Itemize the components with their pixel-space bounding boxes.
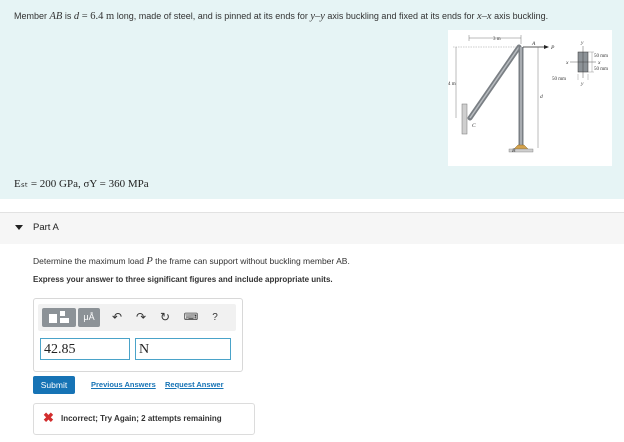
statement-text: axis buckling. [491, 11, 549, 21]
axis-label: x–x [477, 11, 492, 22]
statement-text: is [62, 11, 74, 21]
question-suffix: the frame can support without buckling m… [152, 256, 350, 266]
answer-value-input[interactable]: 42.85 [40, 338, 130, 360]
feedback-message: Incorrect; Try Again; 2 attempts remaini… [61, 414, 222, 423]
template-icon [60, 311, 65, 316]
answer-instruction: Express your answer to three significant… [33, 275, 333, 284]
section-y-bottom: y [580, 81, 584, 87]
length-value: = 6.4 [79, 11, 107, 22]
section-x-right: x [597, 60, 601, 66]
label-c: C [472, 123, 476, 129]
problem-statement: Member AB is d = 6.4 m long, made of ste… [14, 11, 548, 22]
part-a-header[interactable]: Part A [0, 213, 624, 244]
section-dim-right: 50 mm [594, 67, 608, 72]
wall-support [461, 103, 468, 135]
editor-toolbar: μÅ ↶ ↷ ↻ ⌨ ? [38, 304, 236, 331]
undo-icon[interactable]: ↶ [110, 308, 124, 327]
base-support [513, 144, 529, 150]
request-answer-link[interactable]: Request Answer [165, 380, 224, 389]
statement-text: Member [14, 11, 50, 21]
dim-4m-label: 4 m [448, 82, 456, 87]
templates-button[interactable] [42, 308, 76, 327]
section-y-top: y [580, 40, 584, 46]
question-prefix: Determine the maximum load [33, 256, 147, 266]
help-button[interactable]: ? [208, 308, 222, 327]
incorrect-icon: ✖ [43, 410, 54, 425]
submit-button[interactable]: Submit [33, 376, 75, 394]
reset-icon[interactable]: ↻ [158, 308, 172, 327]
label-p: P [550, 45, 555, 51]
caret-down-icon[interactable] [15, 225, 23, 230]
section-dim-top: 50 mm [594, 54, 608, 59]
problem-panel: Member AB is d = 6.4 m long, made of ste… [0, 0, 624, 199]
section-dim-left: 50 mm [552, 77, 566, 82]
statement-text: long, made of steel, and is pinned at it… [114, 11, 311, 21]
axis-label: y–y [310, 11, 325, 22]
question-text: Determine the maximum load P the frame c… [33, 256, 350, 267]
part-title: Part A [33, 222, 59, 233]
answer-editor: μÅ ↶ ↷ ↻ ⌨ ? 42.85 N [33, 298, 243, 372]
material-properties: Eₛₜ = 200 GPa, σY = 360 MPa [14, 178, 149, 190]
section-x-left: x [565, 60, 569, 66]
dim-3m-label: 3 m [493, 37, 501, 42]
member-label: AB [49, 11, 63, 22]
previous-answers-link[interactable]: Previous Answers [91, 380, 156, 389]
units-button[interactable]: μÅ [78, 308, 100, 327]
length-unit: m [106, 11, 115, 22]
answer-unit-input[interactable]: N [135, 338, 231, 360]
template-icon [60, 318, 69, 323]
label-d: d [540, 94, 543, 100]
feedback-box: ✖ Incorrect; Try Again; 2 attempts remai… [33, 403, 255, 435]
keyboard-icon[interactable]: ⌨ [182, 308, 200, 327]
label-a: A [531, 41, 536, 47]
redo-icon[interactable]: ↷ [134, 308, 148, 327]
statement-text: axis buckling and fixed at its ends for [324, 11, 477, 21]
frame-figure: 3 m 4 m A B C P d y y x x 50 mm 50 mm 50… [448, 30, 612, 166]
template-icon [49, 314, 57, 323]
